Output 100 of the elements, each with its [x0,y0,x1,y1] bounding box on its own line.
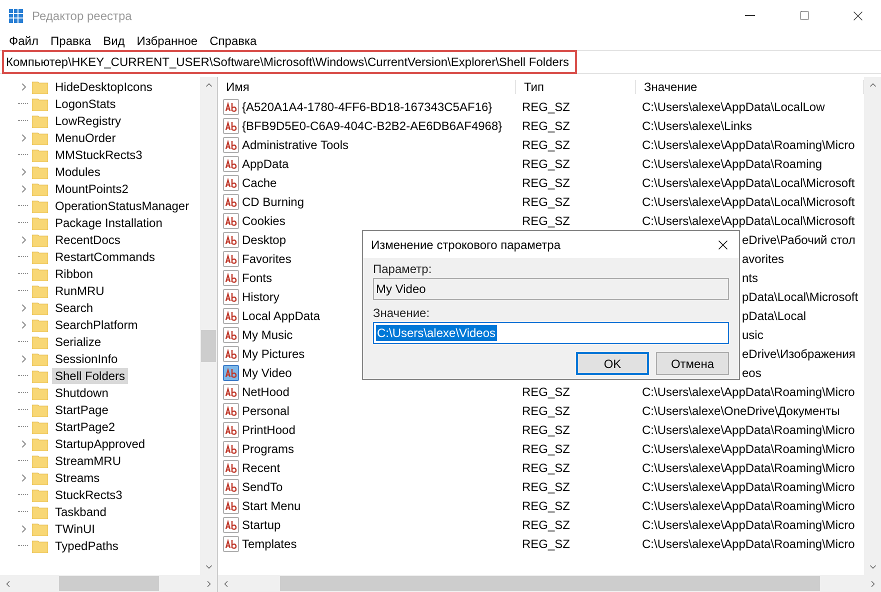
folder-icon [32,386,48,400]
table-cell: REG_SZ [522,422,570,436]
table-cell: REG_SZ [522,214,570,228]
dialog-button[interactable]: OK [576,352,649,375]
table-cell: My Video [242,366,292,380]
table-cell: REG_SZ [522,194,570,208]
folder-icon [32,436,48,450]
table-cell: REG_SZ [522,460,570,474]
table-cell: REG_SZ [522,498,570,512]
folder-icon [32,368,48,382]
name-field[interactable]: My Video [373,278,729,300]
tree-item[interactable]: TypedPaths [52,538,122,554]
folder-icon [32,488,48,502]
tree-item[interactable]: MMStuckRects3 [52,146,146,162]
table-cell: C:\Users\alexe\AppData\Roaming [642,156,822,170]
field-label: Значение: [373,306,431,320]
dialog-button[interactable]: Отмена [656,352,729,375]
tree-item[interactable]: Search [52,300,96,316]
folder-icon [32,504,48,518]
tree-item[interactable]: Modules [52,164,104,180]
table-cell: Templates [242,536,297,550]
folder-icon [32,318,48,332]
table-cell: {BFB9D5E0-C6A9-404C-B2B2-AE6DB6AF4968} [242,118,502,132]
tree-item[interactable]: Serialize [52,334,104,350]
tree-item[interactable]: Shell Folders [52,368,128,384]
folder-icon [32,216,48,230]
tree-item[interactable]: LogonStats [52,96,119,112]
table-cell: pData\Local\Microsoft [742,290,858,304]
tree-item[interactable]: StartPage [52,402,112,418]
tree-item[interactable]: OperationStatusManager [52,198,192,214]
scrollbar[interactable] [218,575,881,592]
folder-icon [32,420,48,434]
tree-item[interactable]: HideDesktopIcons [52,78,156,94]
table-cell: C:\Users\alexe\Links [642,118,752,132]
table-cell: C:\Users\alexe\AppData\Local\Microsoft [642,176,855,190]
tree-item[interactable]: StreamMRU [52,452,124,468]
tree-item[interactable]: TWinUI [52,520,98,536]
tree-item[interactable]: Shutdown [52,384,112,400]
table-cell: SendTo [242,480,283,494]
tree-item[interactable]: RestartCommands [52,248,158,264]
folder-icon [32,198,48,212]
table-cell: My Pictures [242,346,305,360]
tree-item[interactable]: RunMRU [52,282,108,298]
minimize-icon [745,15,755,16]
table-cell: nts [742,270,758,284]
table-cell: Favorites [242,252,292,266]
menu-item[interactable]: Справка [204,34,263,48]
tree-item[interactable]: Taskband [52,504,110,520]
column-header[interactable]: Имя [218,80,516,94]
table-cell: Personal [242,404,290,418]
table-cell: {A520A1A4-1780-4FF6-BD18-167343C5AF16} [242,100,492,114]
tree-item[interactable]: SearchPlatform [52,316,141,332]
table-cell: REG_SZ [522,100,570,114]
address-field[interactable]: Компьютер\HKEY_CURRENT_USER\Software\Microsoft\Windows\CurrentVersion\Explorer\Shell Folders [6,55,569,69]
table-cell: pData\Local [742,308,806,322]
tree-item[interactable]: StartPage2 [52,418,118,434]
table-cell: Administrative Tools [242,138,348,152]
scrollbar[interactable] [0,575,217,592]
tree-item[interactable]: StartupApproved [52,436,148,452]
table-cell: C:\Users\alexe\AppData\Roaming\Micro [642,480,855,494]
folder-icon [32,96,48,110]
tree-item[interactable]: Package Installation [52,214,166,230]
table-cell: avorites [742,252,784,266]
table-cell: eDrive\Рабочий стол [742,232,856,246]
table-cell: Local AppData [242,308,320,322]
tree-item[interactable]: MountPoints2 [52,180,132,196]
table-cell: My Music [242,328,293,342]
tree-item[interactable]: MenuOrder [52,130,119,146]
scrollbar-thumb[interactable] [201,330,216,362]
menu-item[interactable]: Вид [97,34,131,48]
menu-item[interactable]: Избранное [130,34,204,48]
menu-item[interactable]: Правка [44,34,98,48]
folder-icon [32,300,48,314]
dialog-title: Изменение строкового параметра [371,238,561,252]
tree-item[interactable]: SessionInfo [52,350,121,366]
table-cell: REG_SZ [522,138,570,152]
tree-item[interactable]: StuckRects3 [52,486,126,502]
table-cell: PrintHood [242,422,296,436]
window-title: Редактор реестра [32,8,133,22]
folder-icon [32,114,48,128]
folder-icon [32,164,48,178]
table-cell: REG_SZ [522,156,570,170]
value-field[interactable]: C:\Users\alexe\Videos [373,322,729,344]
tree-item[interactable]: RecentDocs [52,232,124,248]
folder-icon [32,454,48,468]
column-header[interactable]: Тип [516,80,636,94]
scrollbar[interactable] [864,77,881,575]
folder-icon [32,402,48,416]
scrollbar[interactable] [200,77,217,575]
tree-item[interactable]: LowRegistry [52,112,124,128]
table-cell: Desktop [242,232,286,246]
table-cell: REG_SZ [522,442,570,456]
tree-item[interactable]: Ribbon [52,266,96,282]
field-label: Параметр: [373,262,433,276]
menu-item[interactable]: Файл [3,34,45,48]
folder-icon [32,250,48,264]
table-cell: C:\Users\alexe\AppData\Roaming\Micro [642,536,855,550]
table-cell: usic [742,328,764,342]
tree-item[interactable]: Streams [52,470,103,486]
table-cell: C:\Users\alexe\AppData\LocalLow [642,100,825,114]
